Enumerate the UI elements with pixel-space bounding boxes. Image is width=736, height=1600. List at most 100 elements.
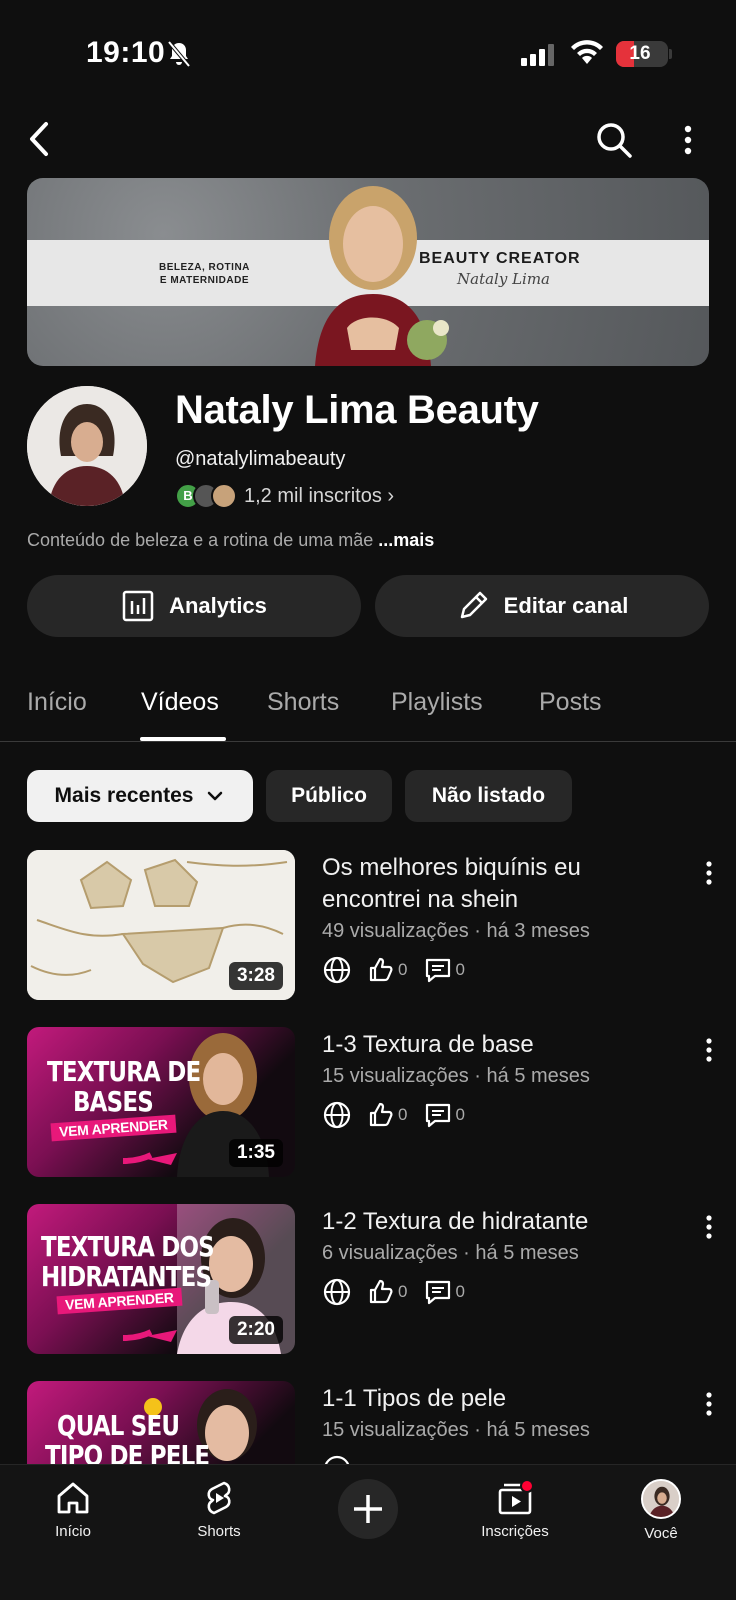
video-duration: 2:20	[228, 1316, 283, 1344]
plus-icon	[354, 1495, 382, 1523]
description-more-link[interactable]: ...mais	[378, 530, 434, 550]
video-thumbnail[interactable]: TEXTURA DOS HIDRATANTES VEM APRENDER 2:2…	[27, 1204, 295, 1354]
like-count: 0	[398, 1105, 408, 1124]
analytics-icon	[122, 590, 154, 622]
chevron-down-icon	[208, 791, 223, 801]
active-tab-indicator	[140, 737, 226, 741]
video-meta: 15 visualizações · há 5 meses	[322, 1419, 590, 1441]
thumbnail-caption: HIDRATANTES	[41, 1260, 212, 1293]
tab-shorts[interactable]: Shorts	[267, 688, 339, 717]
user-avatar	[641, 1479, 681, 1519]
wifi-icon	[571, 40, 603, 64]
status-bar: 19:10 16	[0, 0, 736, 100]
tab-posts[interactable]: Posts	[539, 688, 602, 717]
tab-playlists[interactable]: Playlists	[391, 688, 483, 717]
analytics-label: Analytics	[169, 593, 267, 618]
like-icon	[369, 1102, 393, 1127]
like-count: 0	[398, 1282, 408, 1301]
channel-tabs: Início Vídeos Shorts Playlists Posts	[0, 680, 736, 742]
battery-cap	[669, 49, 672, 59]
video-title[interactable]: 1-1 Tipos de pele	[322, 1383, 662, 1415]
video-title[interactable]: 1-3 Textura de base	[322, 1029, 662, 1061]
banner-brand-signature: Nataly Lima	[457, 270, 551, 288]
thumbnail-caption: TEXTURA DOS	[41, 1230, 215, 1263]
globe-icon	[323, 1278, 351, 1306]
create-button[interactable]	[338, 1479, 398, 1539]
like-icon	[369, 1279, 393, 1304]
comment-count: 0	[455, 1282, 465, 1301]
video-more-button[interactable]	[700, 1212, 718, 1242]
banner-tagline: BELEZA, ROTINA E MATERNIDADE	[159, 262, 250, 286]
comment-icon	[426, 1103, 451, 1128]
bottom-navigation: Início Shorts Inscrições Você	[0, 1464, 736, 1600]
banner-brand-title: BEAUTY CREATOR	[419, 250, 581, 267]
video-more-button[interactable]	[700, 1035, 718, 1065]
like-count: 0	[398, 960, 408, 979]
nav-home[interactable]: Início	[18, 1479, 128, 1540]
subscriber-avatars: B	[175, 483, 237, 511]
video-more-button[interactable]	[700, 858, 718, 888]
like-icon	[369, 957, 393, 982]
video-meta: 6 visualizações · há 5 meses	[322, 1242, 579, 1264]
video-stats: 0 0	[322, 1276, 481, 1308]
battery-level: 16	[629, 43, 651, 64]
status-time: 19:10	[86, 36, 166, 69]
bell-off-icon	[167, 40, 191, 68]
video-title[interactable]: Os melhores biquínis eu encontrei na she…	[322, 852, 662, 916]
subscriber-avatar	[211, 483, 237, 509]
video-title[interactable]: 1-2 Textura de hidratante	[322, 1206, 662, 1238]
nav-you[interactable]: Você	[606, 1479, 716, 1542]
edit-channel-button[interactable]: Editar canal	[375, 575, 709, 637]
channel-description-text: Conteúdo de beleza e a rotina de uma mãe	[27, 530, 379, 550]
video-thumbnail[interactable]: 3:28	[27, 850, 295, 1000]
banner-brand: BEAUTY CREATOR Nataly Lima	[419, 250, 581, 288]
nav-shorts-label: Shorts	[197, 1523, 241, 1540]
pencil-icon	[460, 591, 487, 619]
video-stats: 0 0	[322, 954, 481, 986]
video-meta: 49 visualizações · há 3 meses	[322, 920, 590, 942]
comment-count: 0	[455, 960, 465, 979]
comment-icon	[426, 1280, 451, 1305]
thumbnail-caption: TEXTURA DE	[47, 1055, 201, 1088]
globe-icon	[323, 1101, 351, 1129]
filter-public[interactable]: Público	[266, 770, 392, 822]
edit-channel-label: Editar canal	[503, 593, 629, 618]
video-duration: 3:28	[228, 962, 283, 990]
channel-description[interactable]: Conteúdo de beleza e a rotina de uma mãe…	[27, 530, 434, 551]
thumbnail-caption: BASES	[73, 1085, 154, 1118]
video-stats: 0 0	[322, 1099, 481, 1131]
subscriptions-icon	[498, 1479, 534, 1515]
nav-shorts[interactable]: Shorts	[164, 1479, 274, 1540]
tab-inicio[interactable]: Início	[27, 688, 87, 717]
analytics-button[interactable]: Analytics	[27, 575, 361, 637]
video-item[interactable]: TEXTURA DOS HIDRATANTES VEM APRENDER 2:2…	[0, 1204, 736, 1354]
video-duration: 1:35	[228, 1139, 283, 1167]
globe-icon	[323, 956, 351, 984]
home-icon	[57, 1482, 89, 1514]
video-thumbnail[interactable]: TEXTURA DE BASES VEM APRENDER 1:35	[27, 1027, 295, 1177]
tab-videos[interactable]: Vídeos	[141, 688, 219, 717]
sort-dropdown-label: Mais recentes	[54, 784, 194, 807]
channel-handle: @natalylimabeauty	[175, 448, 346, 470]
sort-dropdown[interactable]: Mais recentes	[27, 770, 253, 822]
back-button[interactable]	[22, 118, 58, 160]
search-button[interactable]	[594, 120, 634, 160]
nav-subscriptions[interactable]: Inscrições	[460, 1479, 570, 1540]
video-item[interactable]: TEXTURA DE BASES VEM APRENDER 1:35 1-3 T…	[0, 1027, 736, 1177]
comment-count: 0	[455, 1105, 465, 1124]
subscriber-count[interactable]: 1,2 mil inscritos ›	[244, 485, 394, 508]
nav-subscriptions-label: Inscrições	[481, 1523, 549, 1540]
video-more-button[interactable]	[700, 1389, 718, 1419]
battery-icon: 16	[616, 41, 668, 67]
nav-you-label: Você	[644, 1525, 678, 1542]
cellular-signal-icon	[521, 44, 554, 66]
video-meta: 15 visualizações · há 5 meses	[322, 1065, 590, 1087]
shorts-icon	[207, 1481, 231, 1515]
video-item[interactable]: 3:28 Os melhores biquínis eu encontrei n…	[0, 850, 736, 1000]
more-options-button[interactable]	[676, 122, 700, 158]
filter-unlisted[interactable]: Não listado	[405, 770, 572, 822]
channel-name: Nataly Lima Beauty	[175, 388, 539, 432]
channel-avatar[interactable]	[27, 386, 147, 506]
nav-home-label: Início	[55, 1523, 91, 1540]
comment-icon	[426, 958, 451, 983]
